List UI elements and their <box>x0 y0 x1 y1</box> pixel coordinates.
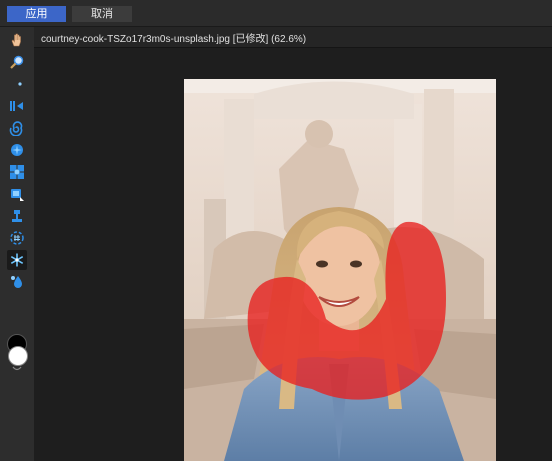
forward-warp-icon <box>14 78 22 90</box>
photo-canvas[interactable] <box>184 79 496 461</box>
photo-image <box>184 79 496 461</box>
zoom-tool[interactable] <box>7 52 27 72</box>
bloat-tool[interactable] <box>7 162 27 182</box>
push-left-icon <box>11 189 24 201</box>
bloat-icon <box>10 165 24 179</box>
mirror-tool[interactable] <box>7 206 27 226</box>
pucker-icon <box>11 144 23 156</box>
reconstruct-tool[interactable] <box>7 96 27 116</box>
zoom-icon <box>10 55 24 69</box>
push-left-tool[interactable] <box>7 184 27 204</box>
canvas-area[interactable] <box>34 48 552 461</box>
background-color-swatch[interactable] <box>8 346 28 366</box>
forward-warp-tool[interactable] <box>7 74 27 94</box>
twirl-tool[interactable] <box>7 118 27 138</box>
freeze-mask-tool[interactable] <box>7 250 27 270</box>
reconstruct-icon <box>10 101 23 111</box>
turbulence-tool[interactable] <box>7 228 27 248</box>
hand-icon <box>11 33 21 47</box>
twirl-icon <box>9 121 23 136</box>
mirror-icon <box>12 210 22 222</box>
top-action-bar: 应用 取消 <box>0 0 552 27</box>
tool-panel <box>0 27 34 461</box>
document-title: courtney-cook-TSZo17r3m0s-unsplash.jpg [… <box>41 34 307 45</box>
freeze-mask-icon <box>10 253 24 267</box>
turbulence-icon <box>10 231 24 245</box>
apply-button[interactable]: 应用 <box>7 6 66 22</box>
hand-tool[interactable] <box>7 30 27 50</box>
cancel-button[interactable]: 取消 <box>72 6 132 22</box>
thaw-mask-icon <box>11 276 22 288</box>
document-tab[interactable]: courtney-cook-TSZo17r3m0s-unsplash.jpg [… <box>34 27 552 48</box>
swap-colors-icon[interactable] <box>12 366 22 372</box>
thaw-mask-tool[interactable] <box>7 272 27 292</box>
pucker-tool[interactable] <box>7 140 27 160</box>
